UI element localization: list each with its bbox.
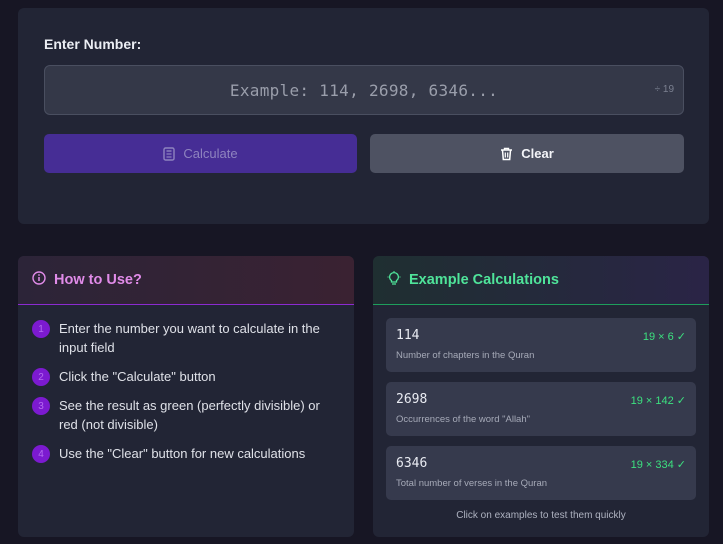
example-item[interactable]: 6346 19 × 334 ✓ Total number of verses i… <box>386 446 696 500</box>
step-item: 1 Enter the number you want to calculate… <box>32 319 340 357</box>
examples-footer-hint: Click on examples to test them quickly <box>456 510 626 521</box>
step-text: See the result as green (perfectly divis… <box>59 398 320 432</box>
calculate-label: Calculate <box>183 146 238 161</box>
example-result: 19 × 6 ✓ <box>642 331 686 343</box>
how-to-use-card: How to Use? 1 Enter the number you want … <box>18 256 354 537</box>
example-description: Number of chapters in the Quran <box>396 350 535 361</box>
enter-number-label: Enter Number: <box>44 36 142 52</box>
example-result: 19 × 142 ✓ <box>630 395 686 407</box>
example-item[interactable]: 2698 19 × 142 ✓ Occurrences of the word … <box>386 382 696 436</box>
example-number: 114 <box>396 328 420 343</box>
how-to-use-title: How to Use? <box>54 272 142 288</box>
number-input-wrapper: ÷ 19 <box>44 65 684 115</box>
step-text: Enter the number you want to calculate i… <box>59 321 320 355</box>
step-number: 3 <box>32 397 50 415</box>
example-description: Occurrences of the word "Allah" <box>396 414 530 425</box>
how-to-use-header: How to Use? <box>18 256 354 305</box>
example-number: 6346 <box>396 456 428 471</box>
clear-label: Clear <box>521 146 554 161</box>
number-input[interactable] <box>45 66 683 114</box>
trash-icon <box>500 147 513 161</box>
lightbulb-icon <box>387 270 401 290</box>
calculator-icon <box>163 146 176 161</box>
examples-card: Example Calculations 114 19 × 6 ✓ Number… <box>373 256 709 537</box>
step-text: Click the "Calculate" button <box>59 369 216 384</box>
step-number: 1 <box>32 320 50 338</box>
input-panel: Enter Number: ÷ 19 Calculate Clear <box>18 8 709 224</box>
step-number: 2 <box>32 368 50 386</box>
examples-header: Example Calculations <box>373 256 709 305</box>
divisor-hint: ÷ 19 <box>654 84 674 95</box>
info-icon <box>32 271 46 289</box>
example-description: Total number of verses in the Quran <box>396 478 548 489</box>
example-result: 19 × 334 ✓ <box>630 459 686 471</box>
steps-list: 1 Enter the number you want to calculate… <box>18 305 354 463</box>
step-item: 4 Use the "Clear" button for new calcula… <box>32 444 340 463</box>
examples-title: Example Calculations <box>409 272 559 288</box>
clear-button[interactable]: Clear <box>370 134 684 173</box>
step-item: 3 See the result as green (perfectly div… <box>32 396 340 434</box>
example-item[interactable]: 114 19 × 6 ✓ Number of chapters in the Q… <box>386 318 696 372</box>
step-text: Use the "Clear" button for new calculati… <box>59 446 306 461</box>
step-number: 4 <box>32 445 50 463</box>
calculate-button[interactable]: Calculate <box>44 134 357 173</box>
step-item: 2 Click the "Calculate" button <box>32 367 340 386</box>
examples-list: 114 19 × 6 ✓ Number of chapters in the Q… <box>373 305 709 521</box>
example-number: 2698 <box>396 392 428 407</box>
